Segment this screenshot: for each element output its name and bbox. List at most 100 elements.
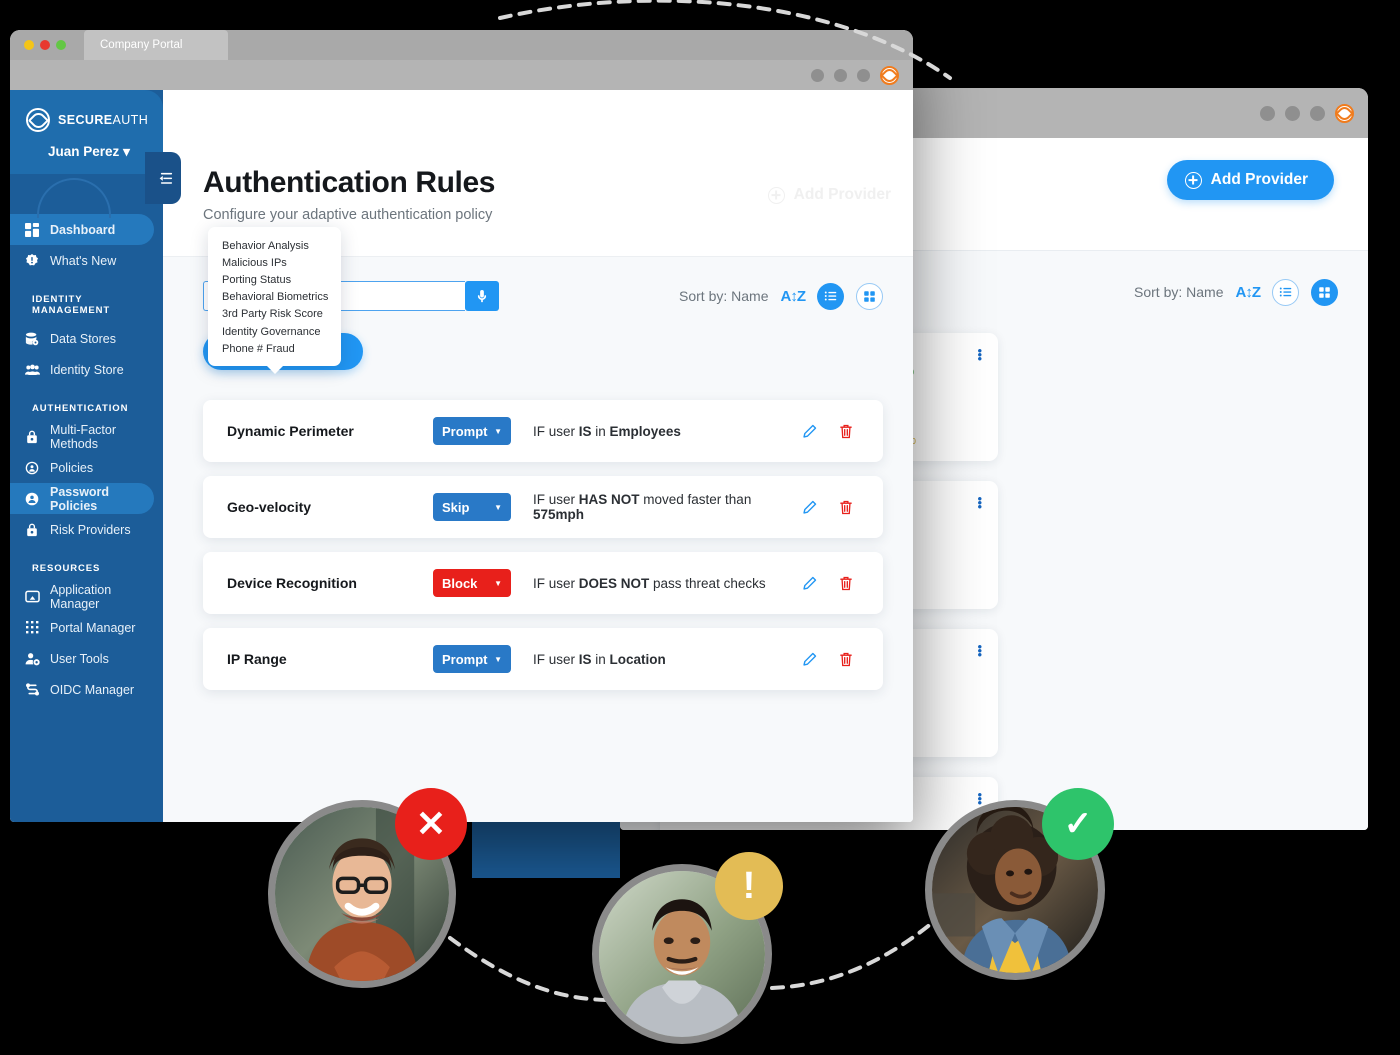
lock-icon bbox=[24, 522, 40, 538]
chrome-dot[interactable] bbox=[834, 68, 847, 82]
chrome-dot[interactable] bbox=[857, 68, 870, 82]
rule-action-label: Prompt bbox=[442, 423, 488, 439]
card-menu-button[interactable]: • • • bbox=[977, 492, 982, 513]
sidebar-item-portal-manager[interactable]: Portal Manager bbox=[10, 612, 163, 643]
table-row[interactable]: Device Recognition Block ▼ IF user DOES … bbox=[203, 552, 883, 614]
add-provider-label: Add Provider bbox=[1210, 171, 1308, 188]
table-row[interactable]: Dynamic Perimeter Prompt ▼ IF user IS in… bbox=[203, 400, 883, 462]
sidebar-collapse-button[interactable] bbox=[145, 152, 181, 204]
list-view-button[interactable] bbox=[1272, 278, 1299, 306]
delete-rule-button[interactable] bbox=[839, 652, 853, 667]
rule-action-label: Skip bbox=[442, 499, 470, 515]
traffic-light-red[interactable] bbox=[40, 40, 50, 50]
sidebar-item-dashboard[interactable]: Dashboard bbox=[10, 214, 154, 245]
chrome-dot[interactable] bbox=[1310, 105, 1325, 121]
delete-rule-button[interactable] bbox=[839, 576, 853, 591]
sidebar-item-identity-store[interactable]: Identity Store bbox=[10, 354, 163, 385]
dropdown-item[interactable]: Identity Governance bbox=[208, 323, 341, 340]
card-menu-button[interactable]: • • • bbox=[977, 344, 982, 365]
sidebar-item-user-tools[interactable]: User Tools bbox=[10, 643, 163, 674]
deny-badge-icon: ✕ bbox=[415, 803, 447, 844]
user-name: Juan Perez bbox=[48, 144, 120, 159]
dropdown-item[interactable]: Phone # Fraud bbox=[208, 340, 341, 357]
trash-icon bbox=[840, 576, 852, 590]
sidebar-item-password-policies[interactable]: Password Policies bbox=[10, 483, 154, 514]
card-menu-button[interactable]: • • • bbox=[977, 640, 982, 661]
add-provider-button[interactable]: Add Provider bbox=[1166, 160, 1334, 200]
grid-icon bbox=[1319, 286, 1330, 298]
rule-action-select[interactable]: Block ▼ bbox=[433, 569, 511, 597]
trash-icon bbox=[840, 652, 852, 666]
user-menu[interactable]: Juan Perez ▾ bbox=[10, 144, 163, 160]
sidebar-group-resources: RESOURCES bbox=[32, 563, 101, 574]
list-view-button[interactable] bbox=[817, 282, 844, 310]
screenshot-stage: Add Provider erprets Risk Scores. Sort b… bbox=[0, 0, 1400, 1055]
warn-badge-icon: ! bbox=[742, 864, 756, 907]
edit-rule-button[interactable] bbox=[802, 652, 817, 667]
main-content: Add Provider Authentication Rules Config… bbox=[163, 90, 913, 822]
edit-rule-button[interactable] bbox=[802, 576, 817, 591]
table-row[interactable]: IP Range Prompt ▼ IF user IS in Location bbox=[203, 628, 883, 690]
front-window-toolbar bbox=[10, 60, 913, 90]
sidebar: SECUREAUTH Juan Perez ▾ Dashboard What's… bbox=[10, 90, 181, 822]
chrome-dot[interactable] bbox=[1285, 105, 1300, 121]
sidebar-item-data-stores[interactable]: Data Stores bbox=[10, 323, 163, 354]
card-menu-button[interactable]: • • • bbox=[977, 788, 982, 809]
brand-bold: SECURE bbox=[58, 113, 113, 127]
delete-rule-button[interactable] bbox=[839, 500, 853, 515]
edit-rule-button[interactable] bbox=[802, 500, 817, 515]
brand-light: AUTH bbox=[112, 113, 149, 127]
az-sort-icon[interactable]: A↕Z bbox=[1236, 284, 1261, 301]
trash-icon bbox=[840, 500, 852, 514]
rule-name: Dynamic Perimeter bbox=[227, 423, 354, 439]
chrome-dot[interactable] bbox=[1260, 105, 1275, 121]
dropdown-item[interactable]: Behavioral Biometrics bbox=[208, 289, 341, 306]
sidebar-item-whats-new[interactable]: What's New bbox=[10, 245, 163, 276]
grid-view-button[interactable] bbox=[1311, 278, 1338, 306]
chrome-dot[interactable] bbox=[811, 68, 824, 82]
grid-view-button[interactable] bbox=[856, 282, 883, 310]
dropdown-item[interactable]: Porting Status bbox=[208, 271, 341, 288]
rule-action-select[interactable]: Prompt ▼ bbox=[433, 417, 511, 445]
sidebar-item-policies[interactable]: Policies bbox=[10, 452, 163, 483]
grid-icon bbox=[24, 222, 40, 238]
risk-provider-dropdown[interactable]: Behavior Analysis Malicious IPs Porting … bbox=[208, 227, 341, 375]
plus-circle-icon bbox=[767, 186, 785, 204]
dropdown-item[interactable]: Malicious IPs bbox=[208, 254, 341, 271]
traffic-light-yellow[interactable] bbox=[24, 40, 34, 50]
secureauth-logo-icon bbox=[26, 108, 50, 132]
delete-rule-button[interactable] bbox=[839, 424, 853, 439]
rule-action-select[interactable]: Prompt ▼ bbox=[433, 645, 511, 673]
page-subtitle: Configure your adaptive authentication p… bbox=[203, 207, 493, 223]
allow-badge-icon: ✓ bbox=[1063, 805, 1093, 843]
traffic-light-green[interactable] bbox=[56, 40, 66, 50]
user-circle-icon bbox=[24, 491, 40, 507]
browser-tab[interactable]: Company Portal bbox=[84, 30, 229, 60]
brand-name: SECUREAUTH bbox=[58, 113, 148, 127]
sidebar-item-label: Risk Providers bbox=[50, 522, 131, 537]
list-icon bbox=[1279, 287, 1291, 297]
back-sort-controls: Sort by: Name A↕Z bbox=[1134, 278, 1338, 306]
users-icon bbox=[24, 362, 40, 378]
sidebar-logo: SECUREAUTH bbox=[10, 108, 163, 132]
collapse-menu-icon bbox=[159, 172, 173, 184]
voice-search-button[interactable] bbox=[465, 281, 499, 311]
edit-rule-button[interactable] bbox=[802, 424, 817, 439]
sidebar-item-oidc-manager[interactable]: OIDC Manager bbox=[10, 674, 163, 705]
az-sort-icon[interactable]: A↕Z bbox=[781, 288, 806, 305]
pencil-icon bbox=[803, 424, 817, 438]
rule-action-select[interactable]: Skip ▼ bbox=[433, 493, 511, 521]
sidebar-item-risk-providers[interactable]: Risk Providers bbox=[10, 514, 163, 545]
dropdown-item[interactable]: Behavior Analysis bbox=[208, 237, 341, 254]
rule-condition: IF user IS in Location bbox=[533, 651, 666, 667]
chevron-down-icon: ▼ bbox=[494, 578, 502, 588]
dropdown-item[interactable]: 3rd Party Risk Score bbox=[208, 306, 341, 323]
warn-badge: ! bbox=[715, 852, 783, 920]
browser-tab-label: Company Portal bbox=[100, 39, 183, 51]
sidebar-item-multi-factor-methods[interactable]: Multi-Factor Methods bbox=[10, 421, 163, 452]
row-actions bbox=[802, 424, 859, 439]
table-row[interactable]: Geo-velocity Skip ▼ IF user HAS NOT move… bbox=[203, 476, 883, 538]
sidebar-item-label: What's New bbox=[50, 253, 117, 268]
sidebar-item-application-manager[interactable]: Application Manager bbox=[10, 581, 163, 612]
sidebar-item-label: User Tools bbox=[50, 651, 109, 666]
